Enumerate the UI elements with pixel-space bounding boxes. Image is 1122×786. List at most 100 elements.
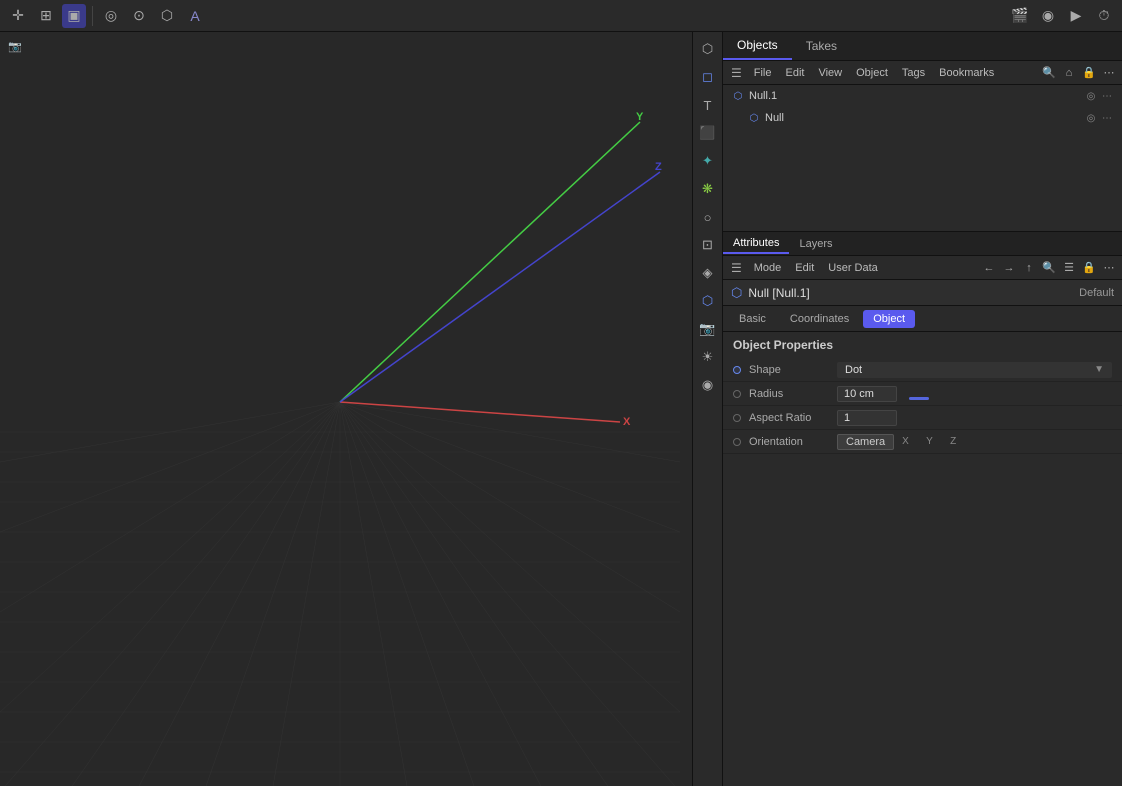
attr-menu-icon[interactable]: ☰ <box>727 259 746 277</box>
toolbar-select-icon[interactable]: ▣ <box>62 4 86 28</box>
object-null1-name: Null.1 <box>749 90 1078 102</box>
toolbar-timeline-icon[interactable]: ▶ <box>1064 4 1088 28</box>
objects-panel-tabs: Objects Takes <box>723 32 1122 61</box>
svg-text:X: X <box>623 416 631 428</box>
object-null1-lock-btn[interactable]: ⋯ <box>1100 89 1114 103</box>
objects-menu-tags[interactable]: Tags <box>896 65 931 81</box>
viewport[interactable]: Y X Z 📷 <box>0 32 692 786</box>
object-header-name: Null [Null.1] <box>748 286 809 300</box>
attr-tab-attributes[interactable]: Attributes <box>723 234 789 254</box>
rt-cursor-icon[interactable]: ⬡ <box>695 36 721 62</box>
prop-value-orientation[interactable]: Camera <box>837 434 894 450</box>
rt-select-icon[interactable]: ⬛ <box>695 120 721 146</box>
toolbar-circle-icon[interactable]: ◎ <box>99 4 123 28</box>
object-item-null[interactable]: ⬡ Null ◎ ⋯ <box>723 107 1122 129</box>
toolbar-grid-icon[interactable]: ⊞ <box>34 4 58 28</box>
attr-menu-userdata[interactable]: User Data <box>822 260 884 276</box>
object-header-icon: ⬡ <box>731 285 742 301</box>
xyz-x-label: X <box>902 436 922 447</box>
object-null-icon: ⬡ <box>747 111 761 125</box>
tab-objects[interactable]: Objects <box>723 32 792 60</box>
shape-dropdown-arrow: ▼ <box>1094 364 1104 375</box>
toolbar-timer-icon[interactable]: ⏱ <box>1092 4 1116 28</box>
attr-list-icon[interactable]: ☰ <box>1060 259 1078 277</box>
prop-value-shape[interactable]: Dot ▼ <box>837 362 1112 378</box>
objects-home-icon[interactable]: ⌂ <box>1060 64 1078 82</box>
tab-takes[interactable]: Takes <box>792 33 851 59</box>
rt-light-icon[interactable]: ☀ <box>695 344 721 370</box>
toolbar-render-icon[interactable]: ◉ <box>1036 4 1060 28</box>
prop-row-orientation: Orientation Camera X Y Z <box>723 430 1122 454</box>
prop-tabs: Basic Coordinates Object <box>723 306 1122 332</box>
prop-tab-coordinates[interactable]: Coordinates <box>780 310 859 328</box>
object-header-bar: ⬡ Null [Null.1] Default <box>723 280 1122 306</box>
objects-menu-edit[interactable]: Edit <box>780 65 811 81</box>
toolbar-hex-icon[interactable]: ⬡ <box>155 4 179 28</box>
prop-tab-object[interactable]: Object <box>863 310 915 328</box>
object-null-lock-btn[interactable]: ⋯ <box>1100 111 1114 125</box>
prop-section-title: Object Properties <box>723 332 1122 358</box>
toolbar-move-icon[interactable]: ✛ <box>6 4 30 28</box>
prop-xyz-orientation: X Y Z <box>902 436 1112 447</box>
prop-row-radius: Radius 10 cm <box>723 382 1122 406</box>
prop-row-aspect-ratio: Aspect Ratio 1 <box>723 406 1122 430</box>
rt-color-icon[interactable]: ◉ <box>695 372 721 398</box>
objects-menu-file[interactable]: File <box>748 65 778 81</box>
object-null-controls: ◎ ⋯ <box>1084 111 1114 125</box>
prop-label-radius: Radius <box>749 388 829 400</box>
object-null-vis-btn[interactable]: ◎ <box>1084 111 1098 125</box>
main-area: Y X Z 📷 ⬡ ◻ T ⬛ ✦ ❋ ○ ⊡ ◈ ⬡ 📷 ☀ ◉ <box>0 32 1122 786</box>
prop-value-aspect-ratio[interactable]: 1 <box>837 410 897 426</box>
attr-lock-icon[interactable]: 🔒 <box>1080 259 1098 277</box>
rt-paint-icon[interactable]: ◈ <box>695 260 721 286</box>
prop-value-radius[interactable]: 10 cm <box>837 386 897 402</box>
objects-more-icon[interactable]: ⋯ <box>1100 64 1118 82</box>
objects-panel: Objects Takes ☰ File Edit View Object Ta… <box>723 32 1122 232</box>
object-null-name: Null <box>765 112 1078 124</box>
toolbar-a-icon[interactable]: A <box>183 4 207 28</box>
toolbar-camera-icon[interactable]: 🎬 <box>1008 4 1032 28</box>
viewport-grid: Y X Z <box>0 32 692 786</box>
aspect-ratio-value-text: 1 <box>844 412 850 424</box>
radius-indicator <box>909 397 929 400</box>
attr-menu-mode[interactable]: Mode <box>748 260 788 276</box>
prop-tab-basic[interactable]: Basic <box>729 310 776 328</box>
rt-extrude-icon[interactable]: ⊡ <box>695 232 721 258</box>
radius-value-text: 10 cm <box>844 388 874 400</box>
svg-text:Y: Y <box>636 111 644 123</box>
object-list: ⬡ Null.1 ◎ ⋯ ⬡ Null ◎ ⋯ <box>723 85 1122 231</box>
prop-dot-radius <box>733 390 741 398</box>
object-item-null1[interactable]: ⬡ Null.1 ◎ ⋯ <box>723 85 1122 107</box>
shape-value-text: Dot <box>845 364 862 376</box>
prop-dot-orientation <box>733 438 741 446</box>
object-null1-icon: ⬡ <box>731 89 745 103</box>
objects-search-icon[interactable]: 🔍 <box>1040 64 1058 82</box>
prop-label-orientation: Orientation <box>749 436 829 448</box>
properties-panel: Attributes Layers ☰ Mode Edit User Data … <box>723 232 1122 786</box>
attr-up-icon[interactable]: ↑ <box>1020 259 1038 277</box>
rt-spline-icon[interactable]: ✦ <box>695 148 721 174</box>
objects-menu-bookmarks[interactable]: Bookmarks <box>933 65 1000 81</box>
rt-text-icon[interactable]: T <box>695 92 721 118</box>
prop-label-aspect-ratio: Aspect Ratio <box>749 412 829 424</box>
rt-cube-icon[interactable]: ◻ <box>695 64 721 90</box>
rt-pen-icon[interactable]: ○ <box>695 204 721 230</box>
prop-dot-shape <box>733 366 741 374</box>
objects-lock-icon[interactable]: 🔒 <box>1080 64 1098 82</box>
attr-tab-layers[interactable]: Layers <box>789 235 842 253</box>
attr-back-icon[interactable]: ← <box>980 259 998 277</box>
objects-menu-icon[interactable]: ☰ <box>727 64 746 82</box>
rt-mode-icon[interactable]: ⬡ <box>695 288 721 314</box>
rt-camera-icon[interactable]: 📷 <box>695 316 721 342</box>
attr-menu-edit[interactable]: Edit <box>789 260 820 276</box>
toolbar-ring-icon[interactable]: ⊙ <box>127 4 151 28</box>
attr-more-icon[interactable]: ⋯ <box>1100 259 1118 277</box>
attr-forward-icon[interactable]: → <box>1000 259 1018 277</box>
right-toolbar: ⬡ ◻ T ⬛ ✦ ❋ ○ ⊡ ◈ ⬡ 📷 ☀ ◉ <box>692 32 722 786</box>
object-null1-vis-btn[interactable]: ◎ <box>1084 89 1098 103</box>
objects-menu-view[interactable]: View <box>812 65 848 81</box>
attr-search-icon[interactable]: 🔍 <box>1040 259 1058 277</box>
viewport-camera-icon: 📷 <box>8 40 22 53</box>
rt-deformer-icon[interactable]: ❋ <box>695 176 721 202</box>
objects-menu-object[interactable]: Object <box>850 65 894 81</box>
